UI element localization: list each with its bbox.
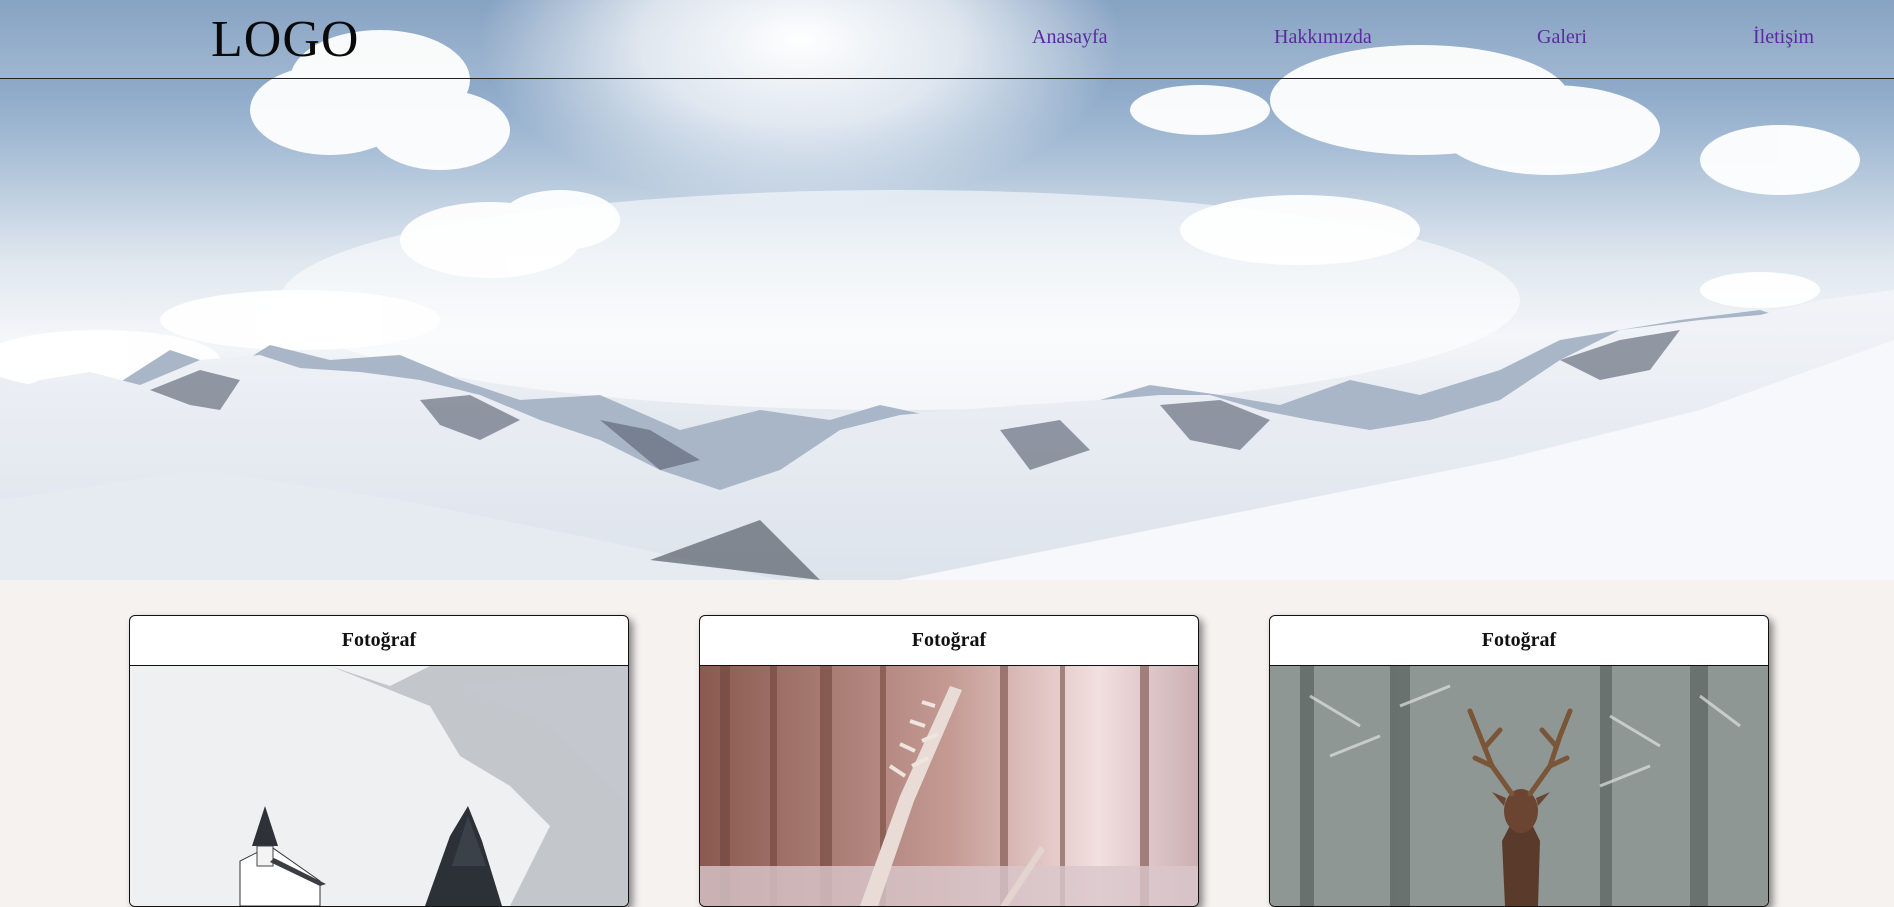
card-photo: [1270, 666, 1768, 906]
deer-in-snow-image: [1270, 666, 1768, 906]
card-title: Fotoğraf: [700, 616, 1198, 666]
nav-link-anasayfa[interactable]: Anasayfa: [1032, 26, 1108, 49]
nav-link-iletisim[interactable]: İletişim: [1753, 26, 1814, 49]
site-header: LOGO Anasayfa Hakkımızda Galeri İletişim: [0, 0, 1894, 79]
card-photo: [700, 666, 1198, 906]
card-title: Fotoğraf: [130, 616, 628, 666]
hero-banner: [0, 0, 1894, 580]
nav-link-hakkimizda[interactable]: Hakkımızda: [1274, 26, 1372, 49]
frosted-grass-image: [700, 666, 1198, 906]
nav-link-galeri[interactable]: Galeri: [1537, 26, 1587, 49]
card-title: Fotoğraf: [1270, 616, 1768, 666]
site-logo[interactable]: LOGO: [211, 10, 359, 69]
photo-card[interactable]: Fotoğraf: [699, 615, 1199, 907]
card-photo: [130, 666, 628, 906]
photo-card[interactable]: Fotoğraf: [129, 615, 629, 907]
snowy-chapel-image: [130, 666, 628, 906]
mountain-landscape-image: [0, 0, 1894, 580]
photo-card[interactable]: Fotoğraf: [1269, 615, 1769, 907]
